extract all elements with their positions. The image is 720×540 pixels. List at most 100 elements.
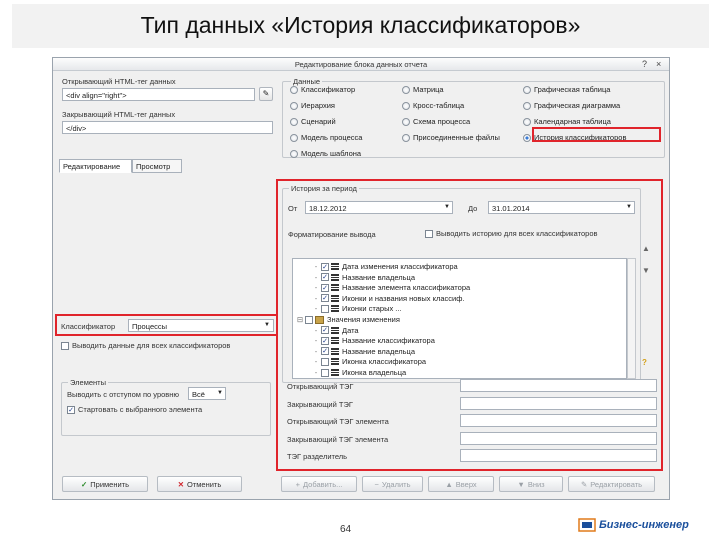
window-titlebar: Редактирование блока данных отчета ? × [53,58,669,71]
data-type-option[interactable]: Календарная таблица [523,117,611,126]
brand: Бизнес-инженер [578,518,689,532]
data-type-option[interactable]: Схема процесса [402,117,470,126]
slide-title: Тип данных «История классификаторов» [140,12,581,38]
delete-label: Удалить [381,479,411,489]
tree-row[interactable]: - ✓ Название владельца [311,347,415,356]
from-date-input[interactable]: 18.12.2012 ▼ [305,201,453,214]
apply-label: Применить [90,479,130,489]
tree-row[interactable]: - ✓ Дата [311,326,359,335]
tree-row[interactable]: - ✓ Дата изменения классификатора [311,262,458,271]
tree-checkbox[interactable]: ✓ [321,326,329,335]
up-label: Вверх [455,479,477,489]
move-up-icon[interactable]: ▲ [642,244,650,253]
use-all-row[interactable]: Выводить данные для всех классификаторов [61,341,230,350]
tree-checkbox[interactable]: ✓ [321,262,329,271]
tree-checkbox[interactable]: ✓ [321,336,329,345]
tree-checkbox[interactable] [305,315,313,324]
tree-scrollbar[interactable] [627,258,636,379]
radio-button[interactable] [402,133,410,142]
data-type-option-label: Календарная таблица [534,117,611,126]
fields-option-row[interactable]: Выводить историю для всех классификаторо… [425,229,597,238]
collapse-icon[interactable]: ⊟ [295,315,305,324]
data-type-option[interactable]: Иерархия [290,101,335,110]
edit-button[interactable]: ✎ Редактировать [568,476,655,492]
delete-button[interactable]: − Удалить [362,476,423,492]
apply-button[interactable]: ✓ Применить [62,476,148,492]
tree-row[interactable]: - Иконка классификатора [311,357,426,366]
fields-tree[interactable]: - ✓ Дата изменения классификатора - ✓ Названи… [292,258,627,379]
data-type-option-label: Сценарий [301,117,336,126]
data-type-option[interactable]: Модель процесса [290,133,362,142]
list-icon [331,294,339,302]
tag-row-input[interactable] [460,449,657,462]
tree-row-label: Дата [342,325,359,335]
add-label: Добавить... [302,479,343,489]
tree-checkbox[interactable]: ✓ [321,283,329,292]
tag-picker-icon[interactable]: ✎ [259,87,273,101]
help-icon[interactable]: ? [642,59,647,70]
classifier-highlight [55,314,278,336]
tree-row[interactable]: - Иконки старых ... [311,304,402,313]
question-icon[interactable]: ? [642,358,647,367]
tree-checkbox[interactable] [321,357,329,366]
radio-button[interactable] [290,149,298,158]
list-icon [331,337,339,345]
radio-button[interactable] [402,85,410,94]
radio-button[interactable] [290,133,298,142]
data-type-option[interactable]: Модель шаблона [290,149,361,158]
radio-button[interactable] [290,117,298,126]
data-type-option[interactable]: Матрица [402,85,444,94]
radio-button[interactable] [402,117,410,126]
radio-button[interactable] [523,101,531,110]
levels-select[interactable]: Всё ▼ [188,387,226,400]
radio-button[interactable] [523,133,531,142]
tree-row[interactable]: - ✓ Название классификатора [311,336,435,345]
tree-checkbox[interactable]: ✓ [321,294,329,303]
data-type-option[interactable]: Кросс-таблица [402,101,464,110]
radio-button[interactable] [290,85,298,94]
data-type-option[interactable]: Графическая таблица [523,85,610,94]
tree-row[interactable]: ⊟ Значения изменения [295,315,400,324]
add-button[interactable]: + Добавить... [281,476,357,492]
data-type-option[interactable]: Графическая диаграмма [523,101,620,110]
tree-line-icon: - [314,325,318,335]
open-tag-input[interactable]: <div align="right"> [62,88,255,101]
down-button[interactable]: ▼ Вниз [499,476,563,492]
cross-icon: ✕ [177,479,184,489]
tree-row[interactable]: - ✓ Название владельца [311,273,415,282]
tag-row-input[interactable] [460,414,657,427]
tree-checkbox[interactable]: ✓ [321,347,329,356]
up-button[interactable]: ▲ Вверх [428,476,494,492]
data-type-option[interactable]: Присоединенные файлы [402,133,500,142]
tree-row[interactable]: - ✓ Название элемента классификатора [311,283,470,292]
radio-button[interactable] [290,101,298,110]
list-icon [331,273,339,281]
radio-button[interactable] [402,101,410,110]
use-all-label: Выводить данные для всех классификаторов [72,341,231,350]
start-selected-row[interactable]: ✓ Стартовать с выбранного элемента [67,405,202,414]
move-down-icon[interactable]: ▼ [642,266,650,275]
data-type-option-label: Графическая диаграмма [534,101,621,110]
close-tag-input[interactable]: </div> [62,121,273,134]
tag-row-input[interactable] [460,379,657,392]
tab-edit[interactable]: Редактирование [59,159,132,173]
tree-checkbox[interactable]: ✓ [321,273,329,282]
tree-line-icon: - [314,293,318,303]
tree-row[interactable]: - ✓ Иконки и названия новых классиф. [311,294,465,303]
tab-preview[interactable]: Просмотр [132,159,182,173]
tree-row[interactable]: - Иконка владельца [311,368,406,377]
start-selected-checkbox[interactable]: ✓ [67,405,75,414]
radio-button[interactable] [523,117,531,126]
cancel-button[interactable]: ✕ Отменить [157,476,242,492]
close-icon[interactable]: × [656,59,661,70]
data-type-option[interactable]: Сценарий [290,117,336,126]
fields-option-checkbox[interactable] [425,229,433,238]
radio-button[interactable] [523,85,531,94]
tag-row-input[interactable] [460,431,657,445]
tree-checkbox[interactable] [321,304,329,313]
data-type-option[interactable]: Классификатор [290,85,355,94]
tree-checkbox[interactable] [321,368,329,377]
use-all-checkbox[interactable] [61,341,69,350]
tag-row-input[interactable] [460,396,657,410]
to-date-input[interactable]: 31.01.2014 ▼ [488,201,635,214]
